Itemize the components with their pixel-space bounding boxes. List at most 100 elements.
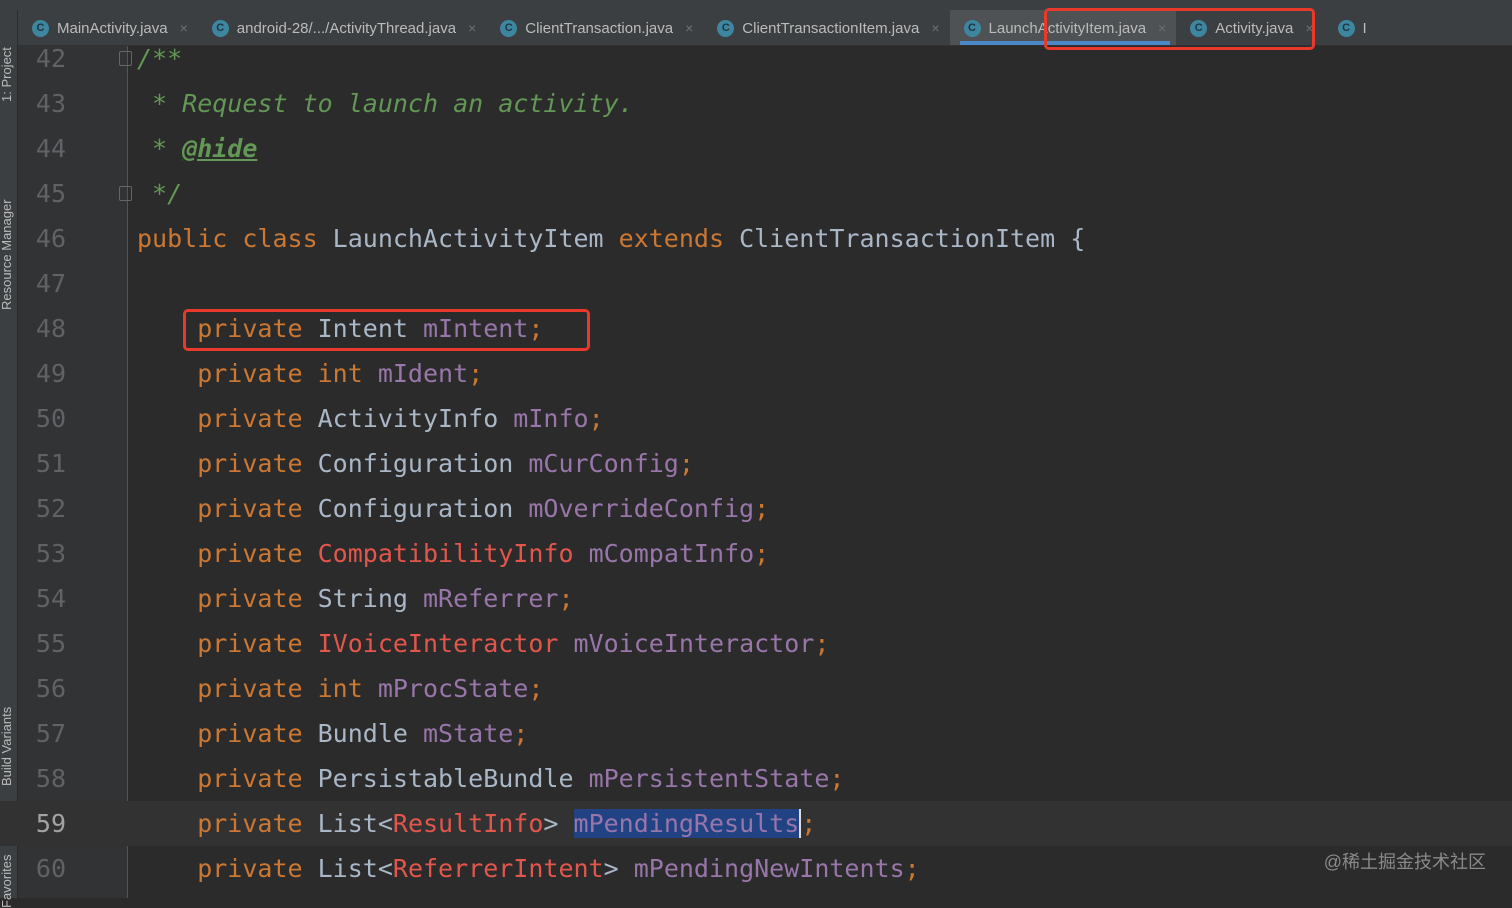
code-token: ; — [829, 764, 845, 793]
code-token: * — [137, 134, 183, 163]
close-icon[interactable]: × — [685, 20, 693, 36]
class-icon: C — [211, 19, 229, 37]
code-token: mState — [422, 719, 514, 748]
code-token: List< — [317, 854, 393, 883]
code-token: ; — [588, 404, 604, 433]
code-text: private int mProcState; — [137, 666, 543, 711]
line-number[interactable]: 45 — [18, 171, 66, 216]
code-text: */ — [137, 171, 182, 216]
code-line: 56 private int mProcState; — [0, 666, 1512, 711]
line-number[interactable]: 58 — [18, 756, 66, 801]
code-token: private — [137, 719, 318, 748]
code-line: 51 private Configuration mCurConfig; — [0, 441, 1512, 486]
code-token: List< — [317, 809, 393, 838]
code-line: 52 private Configuration mOverrideConfig… — [0, 486, 1512, 531]
code-token: mPendingResults — [573, 809, 802, 838]
line-number[interactable]: 42 — [18, 36, 66, 81]
code-editor[interactable]: 42 /** 43 * Request to launch an activity.… — [0, 36, 1512, 891]
code-line: 55 private IVoiceInteractor mVoiceIntera… — [0, 621, 1512, 666]
code-text: private Configuration mCurConfig; — [137, 441, 694, 486]
line-number[interactable]: 49 — [18, 351, 66, 396]
line-number[interactable]: 44 — [18, 126, 66, 171]
code-token: Configuration — [317, 494, 529, 523]
line-number[interactable]: 59 — [18, 801, 66, 846]
code-token: private — [137, 854, 318, 883]
line-number[interactable]: 51 — [18, 441, 66, 486]
code-line: 44 * @hide — [0, 126, 1512, 171]
tab-label: ClientTransactionItem.java — [742, 19, 920, 37]
line-number[interactable]: 55 — [18, 621, 66, 666]
code-token: mPersistentState — [588, 764, 830, 793]
line-number[interactable]: 46 — [18, 216, 66, 261]
close-icon[interactable]: × — [468, 20, 476, 36]
line-number[interactable]: 56 — [18, 666, 66, 711]
code-text: /** — [137, 36, 182, 81]
code-text: private PersistableBundle mPersistentSta… — [137, 756, 844, 801]
line-number[interactable]: 53 — [18, 531, 66, 576]
line-number[interactable]: 50 — [18, 396, 66, 441]
code-line: 50 private ActivityInfo mInfo; — [0, 396, 1512, 441]
code-token: ; — [528, 674, 544, 703]
code-token: mProcState — [377, 674, 529, 703]
code-token: private — [137, 539, 318, 568]
code-token: > — [543, 809, 574, 838]
code-text: * @hide — [137, 126, 257, 171]
code-token: mVoiceInteractor — [573, 629, 815, 658]
close-icon[interactable]: × — [180, 20, 188, 36]
tab-label: MainActivity.java — [57, 19, 168, 37]
code-token: IVoiceInteractor — [317, 629, 574, 658]
code-token: mCurConfig — [528, 449, 679, 478]
close-icon[interactable]: × — [931, 20, 939, 36]
code-token: mCompatInfo — [588, 539, 755, 568]
code-token: mInfo — [513, 404, 589, 433]
code-token: public class — [137, 224, 333, 253]
code-token: private int — [137, 359, 378, 388]
highlight-box-mintent — [183, 309, 590, 351]
fold-icon[interactable] — [119, 51, 132, 66]
code-token: @hide — [182, 134, 258, 163]
code-token: ResultInfo — [392, 809, 544, 838]
code-token: CompatibilityInfo — [317, 539, 589, 568]
code-token: private — [137, 764, 318, 793]
code-token: LaunchActivityItem — [332, 224, 619, 253]
code-token: mPendingNewIntents — [633, 854, 905, 883]
code-token: ; — [904, 854, 920, 883]
line-number[interactable]: 48 — [18, 306, 66, 351]
code-token: ; — [814, 629, 830, 658]
code-token: ; — [801, 809, 817, 838]
code-line: 49 private int mIdent; — [0, 351, 1512, 396]
code-token: ; — [754, 539, 770, 568]
code-line: 60 private List<ReferrerIntent> mPending… — [0, 846, 1512, 891]
code-line: 53 private CompatibilityInfo mCompatInfo… — [0, 531, 1512, 576]
code-token: > — [603, 854, 634, 883]
tab-label: android-28/.../ActivityThread.java — [236, 19, 457, 37]
code-line: 43 * Request to launch an activity. — [0, 81, 1512, 126]
code-token: ; — [678, 449, 694, 478]
code-text: private IVoiceInteractor mVoiceInteracto… — [137, 621, 829, 666]
fold-icon[interactable] — [119, 186, 132, 201]
line-number[interactable]: 60 — [18, 846, 66, 891]
line-number[interactable]: 43 — [18, 81, 66, 126]
code-token: ; — [558, 584, 574, 613]
line-number[interactable]: 52 — [18, 486, 66, 531]
line-number[interactable]: 47 — [18, 261, 66, 306]
code-text: private Configuration mOverrideConfig; — [137, 486, 769, 531]
code-line: 57 private Bundle mState; — [0, 711, 1512, 756]
code-line: 45 */ — [0, 171, 1512, 216]
tab-label: ClientTransaction.java — [525, 19, 674, 37]
code-line: 58 private PersistableBundle mPersistent… — [0, 756, 1512, 801]
code-token: private — [137, 584, 318, 613]
line-number[interactable]: 57 — [18, 711, 66, 756]
line-number[interactable]: 54 — [18, 576, 66, 621]
code-token: Bundle — [317, 719, 423, 748]
code-token: private — [137, 449, 318, 478]
watermark: @稀土掘金技术社区 — [1323, 852, 1486, 872]
code-text: private CompatibilityInfo mCompatInfo; — [137, 531, 769, 576]
code-line: 47 — [0, 261, 1512, 306]
code-token: private int — [137, 674, 378, 703]
code-token: /** — [137, 44, 183, 73]
code-token: mReferrer — [422, 584, 559, 613]
code-text: private int mIdent; — [137, 351, 483, 396]
code-token: ; — [513, 719, 529, 748]
code-text: private ActivityInfo mInfo; — [137, 396, 604, 441]
